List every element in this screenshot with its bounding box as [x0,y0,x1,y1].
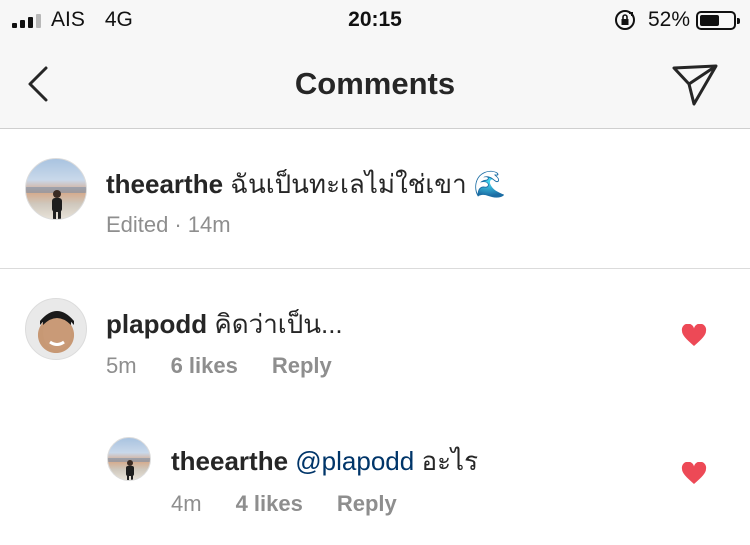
comment-body: คิดว่าเป็น... [214,309,343,339]
comment-time: 4m [171,491,202,516]
battery-icon [696,10,740,30]
divider [0,268,750,269]
comment-time: 5m [106,353,137,378]
username[interactable]: plapodd [106,309,207,339]
comment-text: plapodd คิดว่าเป็น... [106,304,343,345]
comment-time: 14m [187,212,231,237]
nav-header: Comments [0,42,750,129]
paper-plane-icon[interactable] [670,60,720,110]
status-right: 52% [614,8,740,32]
comment-meta: 4m 4 likes Reply [171,491,397,517]
mention-link[interactable]: @plapodd [295,446,414,476]
person-silhouette-icon [26,187,86,219]
username[interactable]: theearthe [106,169,223,199]
caption-meta: Edited · 14m [106,212,231,238]
likes-count[interactable]: 4 likes [236,491,303,517]
reply-text: theearthe @plapodd อะไร [171,441,478,482]
caption-text: theearthe ฉันเป็นทะเลไม่ใช่เขา 🌊 [106,164,506,205]
rotation-lock-icon [614,10,635,30]
reply-button[interactable]: Reply [337,491,397,517]
face-icon [40,311,74,350]
likes-count[interactable]: 6 likes [171,353,238,379]
battery-percent: 52% [647,8,690,31]
avatar[interactable] [25,298,87,360]
comment-body: อะไร [421,446,479,476]
page-title: Comments [294,66,456,101]
edited-label: Edited [106,212,169,237]
status-bar: AIS 4G 20:15 52% [0,0,750,42]
heart-icon[interactable] [681,324,707,348]
reply-button[interactable]: Reply [272,353,332,379]
avatar[interactable] [25,158,87,220]
heart-icon[interactable] [681,462,707,486]
username[interactable]: theearthe [171,446,288,476]
avatar[interactable] [107,437,151,481]
meta-separator: · [174,212,182,237]
comment-meta: 5m 6 likes Reply [106,353,332,379]
person-silhouette-icon [108,458,150,480]
caption-body: ฉันเป็นทะเลไม่ใช่เขา 🌊 [230,169,507,199]
